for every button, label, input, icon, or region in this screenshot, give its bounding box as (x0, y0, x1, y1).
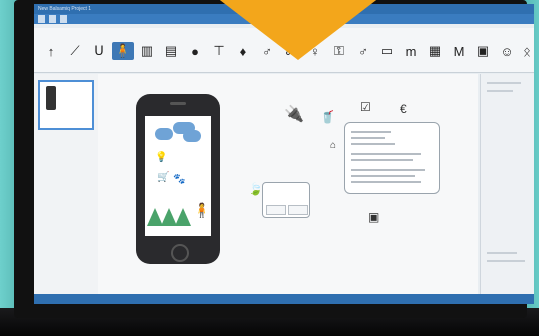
smiley-icon[interactable]: ☺ (500, 42, 514, 60)
lock-icon[interactable]: ▣ (476, 42, 490, 60)
plug-icon[interactable]: ᛟ (520, 42, 534, 60)
dialog-button[interactable] (266, 205, 286, 215)
status-bar (34, 294, 534, 304)
leaf-icon[interactable]: 🍃 (248, 182, 263, 196)
dialog-button[interactable] (288, 205, 308, 215)
callout-text (351, 137, 385, 139)
plug-icon[interactable]: 🔌 (284, 104, 304, 124)
phone-screen: 💡 🛒 🐾 🧍 (145, 116, 211, 236)
callout-text (351, 131, 391, 133)
iphone-mockup[interactable]: 💡 🛒 🐾 🧍 (136, 94, 220, 264)
callout-text (351, 153, 421, 155)
map-icon[interactable]: ▤ (164, 42, 178, 60)
panel-text (487, 252, 517, 254)
bag-icon[interactable]: ▣ (368, 210, 379, 224)
home-icon[interactable]: ⌂ (330, 140, 336, 151)
callout-text (351, 143, 395, 145)
m-icon[interactable]: M (452, 42, 466, 60)
book-icon[interactable]: ▥ (140, 42, 154, 60)
menu-icon[interactable] (38, 15, 45, 23)
callout-text (351, 181, 421, 183)
orange-down-arrow (186, 0, 410, 60)
person-icon: 🧍 (193, 202, 211, 218)
up-arrow-icon[interactable]: ↑ (44, 42, 58, 60)
panel-text (487, 260, 525, 262)
grid-icon[interactable]: ▦ (428, 42, 442, 60)
callout-text (351, 169, 425, 171)
dialog-box[interactable] (262, 182, 310, 218)
magic-wand-icon[interactable]: ⟋ (68, 42, 82, 60)
thumbnail-phone (46, 86, 56, 110)
cup-icon[interactable]: 🥤 (320, 110, 335, 124)
save-icon[interactable] (49, 15, 56, 23)
grid-icon[interactable] (60, 15, 67, 23)
cloud-icon (183, 130, 201, 142)
checkbox-icon[interactable]: ☑ (360, 100, 371, 114)
page-list (34, 74, 99, 294)
person-icon[interactable]: 🧍 (112, 42, 134, 60)
tree-icon (175, 208, 191, 226)
phone-speaker (170, 102, 186, 105)
properties-panel (480, 74, 534, 294)
photo-scene: New Balsamiq Project 1 ↑ ⟋ Ս 🧍 ▥ ▤ ● ⊤ ♦… (0, 0, 539, 336)
panel-text (487, 90, 513, 92)
callout-box[interactable] (344, 122, 440, 194)
callout-text (351, 175, 415, 177)
lightbulb-icon: 💡 (155, 152, 168, 163)
panel-text (487, 82, 521, 84)
cloud-icon (155, 128, 173, 140)
page-thumbnail[interactable] (38, 80, 94, 130)
phone-home-button (171, 244, 189, 262)
euro-icon[interactable]: € (400, 102, 407, 116)
design-canvas[interactable]: 💡 🛒 🐾 🧍 🔌 🥤 ☑ € ⌂ ▣ 🍃 (98, 74, 478, 294)
app-title: New Balsamiq Project 1 (38, 6, 92, 12)
callout-text (351, 159, 413, 161)
cart-icon: 🛒 (157, 172, 170, 183)
tree-icon: 🐾 (173, 174, 186, 185)
magnet-icon[interactable]: Ս (92, 42, 106, 60)
